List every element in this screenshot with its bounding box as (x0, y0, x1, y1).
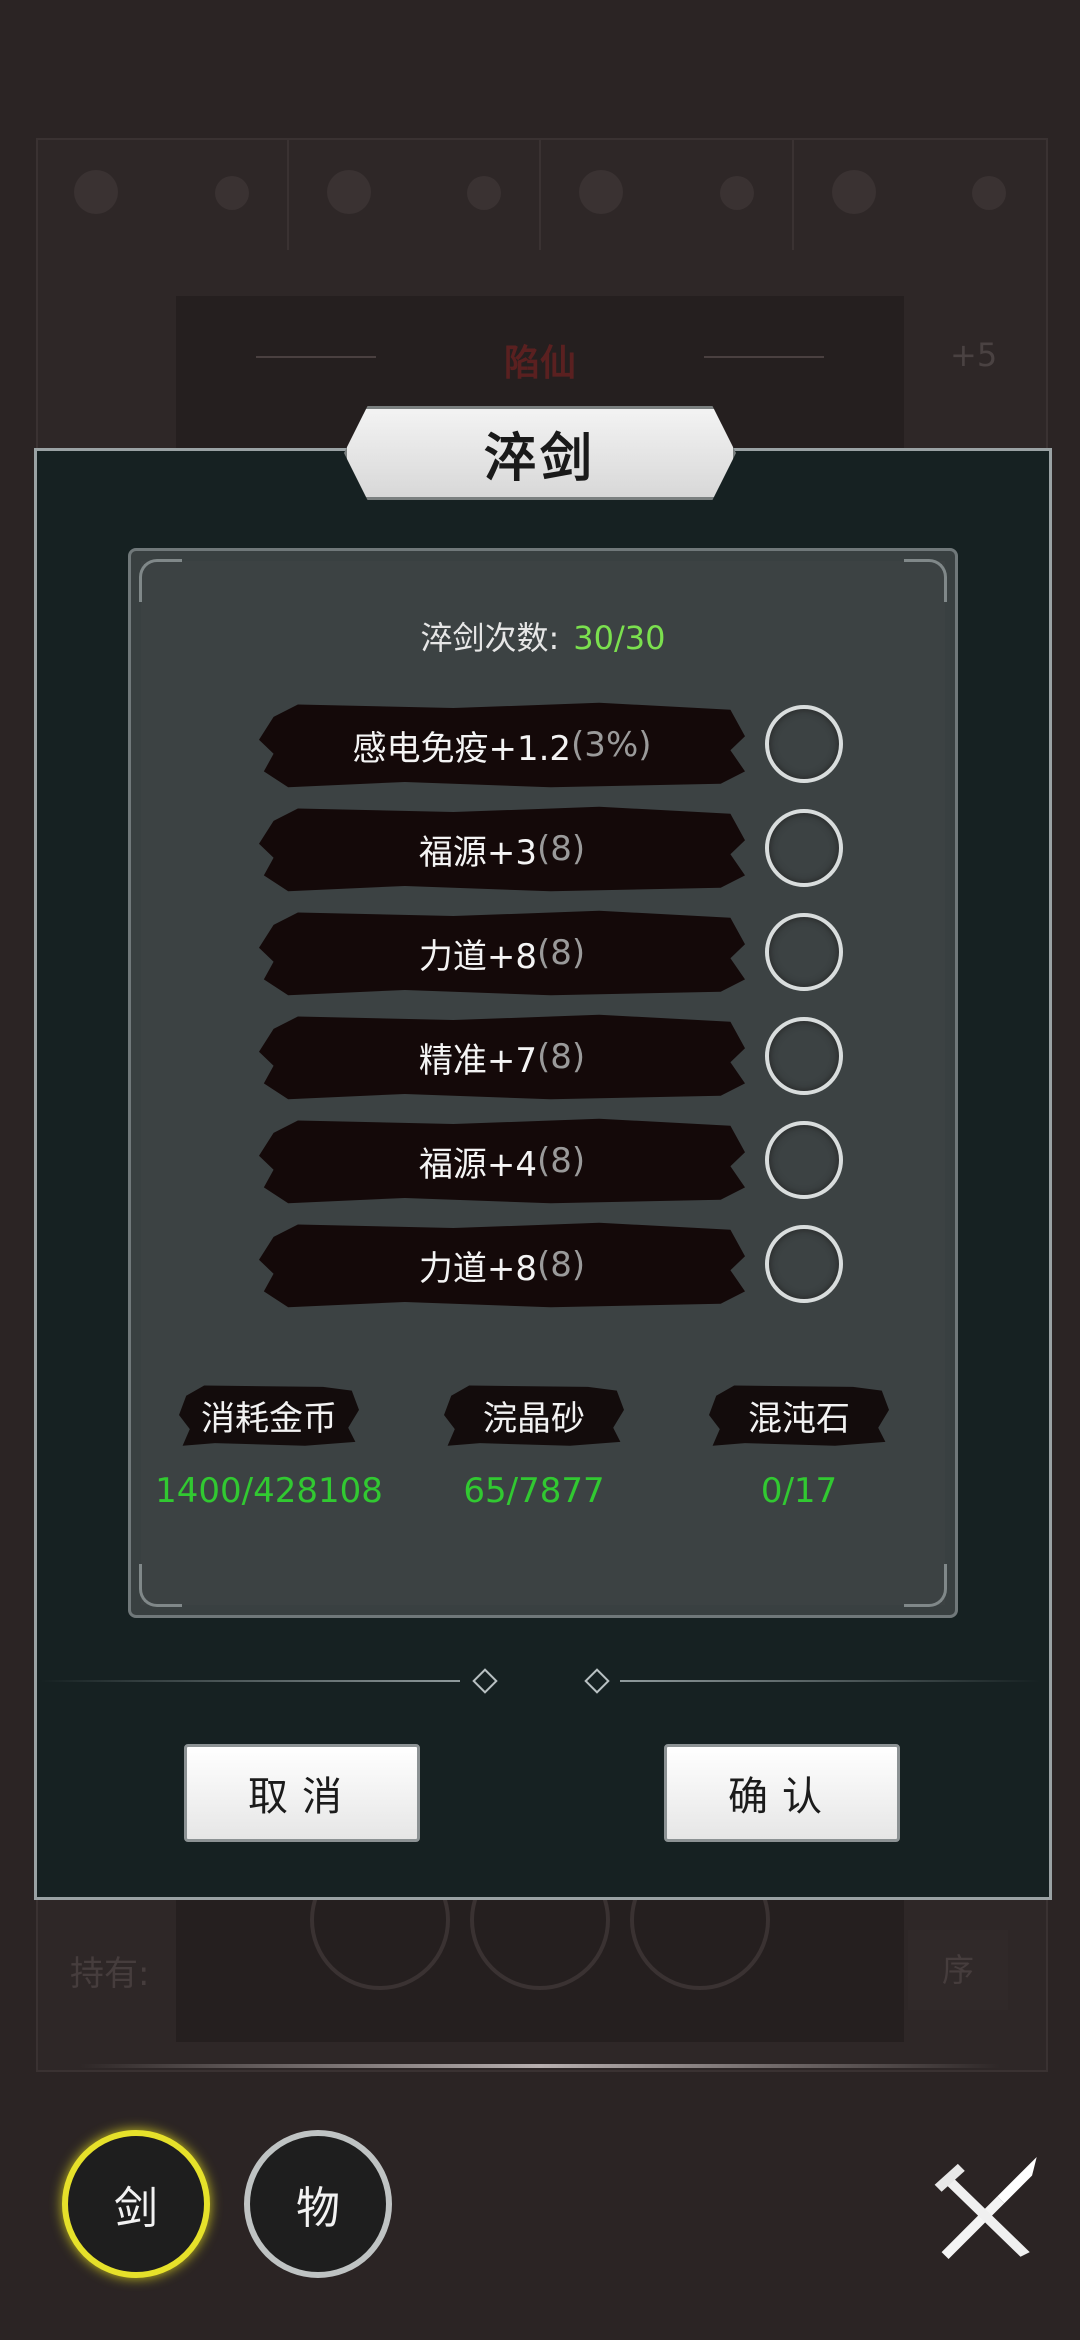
stat-lock-toggle[interactable] (765, 1225, 843, 1303)
stat-text: 力道+8 (418, 936, 537, 977)
stat-row: 力道+8 (8) (259, 909, 979, 997)
bg-slot (541, 140, 794, 250)
resource-gold-value: 1400/428108 (155, 1471, 383, 1511)
divider-left (40, 1680, 460, 1682)
background-card-title: 陷仙 (176, 334, 904, 386)
cancel-button[interactable]: 取消 (184, 1744, 420, 1842)
item-tab-button[interactable]: 物 (244, 2130, 392, 2278)
stat-extra: (3%) (571, 725, 652, 765)
background-slot-bar (36, 140, 1044, 250)
bg-slot (36, 140, 289, 250)
stat-extra: (8) (536, 829, 586, 869)
temper-info-panel: 淬剑次数: 30/30 感电免疫+1.2 (3%) 福源+3 (8) 力道+8 (8) … (128, 548, 958, 1618)
stat-row: 精准+7 (8) (259, 1013, 979, 1101)
stat-extra: (8) (536, 1245, 586, 1285)
resource-sand-value: 65/7877 (463, 1471, 605, 1511)
stat-extra: (8) (536, 1141, 586, 1181)
stat-lock-toggle[interactable] (765, 809, 843, 887)
stat-label-box: 力道+8 (8) (259, 910, 745, 996)
stat-label-box: 感电免疫+1.2 (3%) (259, 702, 745, 788)
divider-right (620, 1680, 1040, 1682)
background-glow-line (80, 2064, 1000, 2068)
stat-lock-toggle[interactable] (765, 1017, 843, 1095)
stat-label-box: 力道+8 (8) (259, 1222, 745, 1308)
crossed-swords-icon[interactable] (930, 2150, 1046, 2266)
ornament-corner (139, 559, 182, 602)
stat-extra: (8) (536, 1037, 586, 1077)
stat-row: 福源+4 (8) (259, 1117, 979, 1205)
stat-lock-toggle[interactable] (765, 705, 843, 783)
dialog-title: 淬剑 (483, 427, 596, 489)
sword-tab-button[interactable]: 剑 (62, 2130, 210, 2278)
ornament-corner (904, 559, 947, 602)
resource-chaos-stone-value: 0/17 (760, 1471, 838, 1511)
stat-label-box: 精准+7 (8) (259, 1014, 745, 1100)
resource-gold-label: 消耗金币 (179, 1385, 359, 1446)
stat-row: 福源+3 (8) (259, 805, 979, 893)
stat-text: 力道+8 (418, 1248, 537, 1289)
ornament-corner (139, 1564, 182, 1607)
background-hold-label: 持有: (70, 1954, 150, 1994)
background-level-tag: +5 (950, 336, 998, 374)
background-sort-button: 序 (908, 1930, 1008, 2010)
stat-label-box: 福源+4 (8) (259, 1118, 745, 1204)
stat-text: 感电免疫+1.2 (352, 728, 572, 769)
confirm-button[interactable]: 确认 (664, 1744, 900, 1842)
stat-text: 精准+7 (418, 1040, 537, 1081)
resource-sand-label: 浣晶砂 (444, 1385, 624, 1446)
stat-label-box: 福源+3 (8) (259, 806, 745, 892)
temper-count: 淬剑次数: 30/30 (131, 613, 955, 659)
temper-count-value: 30/30 (573, 619, 666, 657)
temper-count-label: 淬剑次数: (420, 619, 560, 657)
dialog-title-plate: 淬剑 (344, 406, 736, 500)
stat-lock-toggle[interactable] (765, 1121, 843, 1199)
stat-lock-toggle[interactable] (765, 913, 843, 991)
stat-text: 福源+4 (418, 1144, 537, 1185)
resource-chaos-stone-label: 混沌石 (709, 1385, 889, 1446)
stat-row: 感电免疫+1.2 (3%) (259, 701, 979, 789)
stat-row: 力道+8 (8) (259, 1221, 979, 1309)
ornament-corner (904, 1564, 947, 1607)
stat-text: 福源+3 (418, 832, 537, 873)
stat-extra: (8) (536, 933, 586, 973)
bg-slot (289, 140, 541, 250)
bg-slot (794, 140, 1045, 250)
